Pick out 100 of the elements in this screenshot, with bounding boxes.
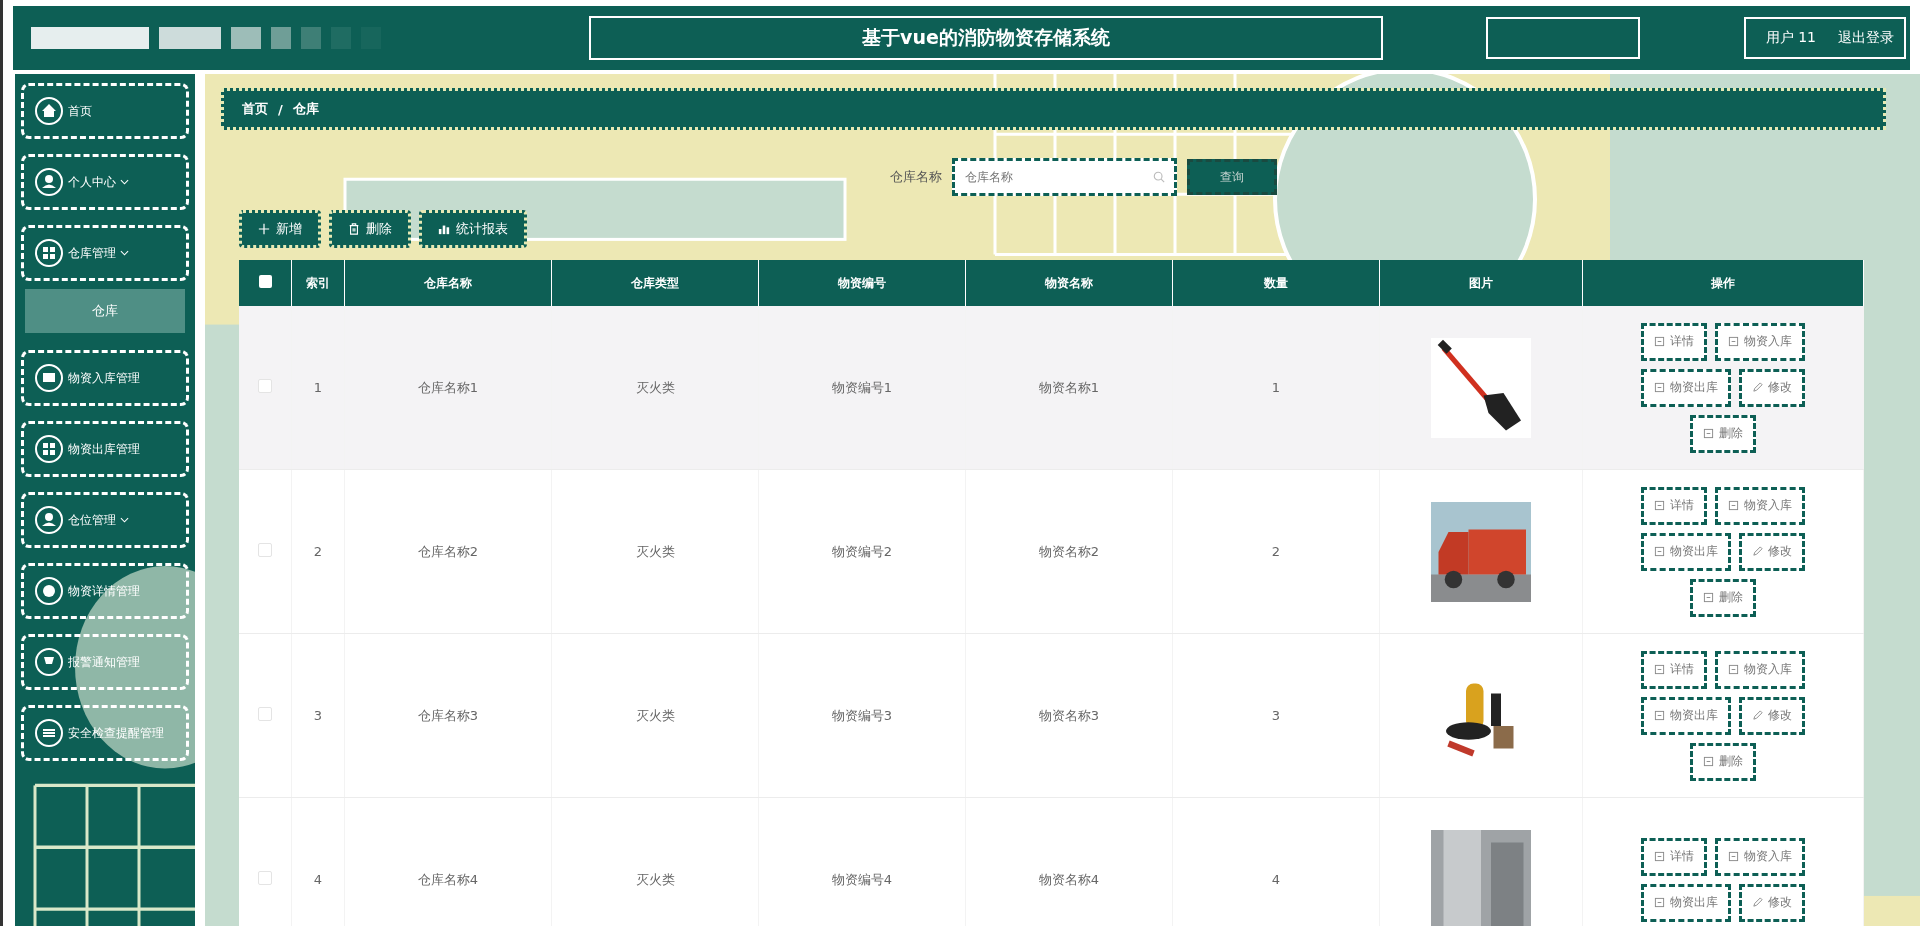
logout-link[interactable]: 退出登录 <box>1838 29 1894 47</box>
decor-block <box>159 27 221 49</box>
action-button[interactable]: 物资出库 <box>1641 368 1731 407</box>
table-cell: 仓库名称4 <box>417 871 479 887</box>
caret-icon <box>120 250 129 256</box>
table-cell: 物资编号3 <box>831 707 893 723</box>
menu-item[interactable]: 物资出库管理 <box>21 421 189 477</box>
action-button[interactable]: 详情 <box>1641 650 1707 689</box>
menu-item[interactable]: 物资入库管理 <box>21 350 189 406</box>
action-button[interactable]: 修改 <box>1739 883 1805 922</box>
document-icon <box>1654 851 1665 862</box>
grid-icon <box>34 434 64 464</box>
user-icon <box>34 505 64 535</box>
menu-item[interactable]: 仓位管理 <box>21 492 189 548</box>
table-cell: 仓库名称2 <box>417 543 479 559</box>
pencil-icon <box>1752 897 1763 908</box>
column-header: 数量 <box>1172 260 1380 306</box>
document-icon <box>1728 500 1739 511</box>
table-cell: 物资编号4 <box>831 871 893 887</box>
home-icon <box>34 96 64 126</box>
action-button[interactable]: 修改 <box>1739 532 1805 571</box>
table-cell: 灭火类 <box>635 871 675 887</box>
menu-item[interactable]: 物资详情管理 <box>21 563 189 619</box>
action-button[interactable]: 物资出库 <box>1641 696 1731 735</box>
action-button[interactable]: 删除 <box>1690 578 1756 617</box>
action-button[interactable]: 物资出库 <box>1641 532 1731 571</box>
grid-icon <box>34 238 64 268</box>
select-all-checkbox[interactable] <box>258 275 272 288</box>
circle-icon <box>34 363 64 393</box>
column-header: 索引 <box>291 260 345 306</box>
decor-block <box>301 27 321 49</box>
table-cell: 3 <box>313 708 323 723</box>
table-row[interactable]: 3 仓库名称3 灭火类 物资编号3 物资名称3 3 详情 物资入库 物资出库 修改 删除 <box>239 633 1864 798</box>
app-title: 基于vue的消防物资存储系统 <box>862 25 1110 50</box>
toolbar-button[interactable]: 删除 <box>329 210 411 248</box>
document-icon <box>1728 851 1739 862</box>
row-checkbox[interactable] <box>258 379 272 393</box>
submenu-item[interactable]: 仓库 <box>25 289 185 333</box>
search-icon <box>1153 171 1165 183</box>
row-checkbox[interactable] <box>258 707 272 721</box>
column-header: 物资名称 <box>965 260 1173 306</box>
action-button[interactable]: 物资入库 <box>1715 322 1805 361</box>
breadcrumb-link[interactable]: 仓库 <box>292 100 319 118</box>
row-checkbox[interactable] <box>258 543 272 557</box>
pencil-icon <box>1752 546 1763 557</box>
action-button[interactable]: 物资入库 <box>1715 650 1805 689</box>
breadcrumb-link[interactable]: 首页 <box>242 100 268 118</box>
document-icon <box>1654 710 1665 721</box>
column-header: 图片 <box>1379 260 1583 306</box>
action-button[interactable]: 详情 <box>1641 486 1707 525</box>
table-cell: 物资名称1 <box>1038 379 1100 395</box>
decor-block <box>231 27 261 49</box>
action-button[interactable]: 修改 <box>1739 696 1805 735</box>
table-row[interactable]: 4 仓库名称4 灭火类 物资编号4 物资名称4 4 详情 物资入库 物资出库 修改 <box>239 797 1864 926</box>
circle-icon <box>34 576 64 606</box>
table-cell: 2 <box>1271 544 1281 559</box>
document-icon <box>1728 336 1739 347</box>
caret-icon <box>120 179 129 185</box>
table-cell: 1 <box>1271 380 1281 395</box>
table-cell: 灭火类 <box>635 543 675 559</box>
action-button[interactable]: 物资入库 <box>1715 486 1805 525</box>
menu-item[interactable]: 仓库管理 <box>21 225 189 281</box>
search-button[interactable]: 查询 <box>1187 159 1277 195</box>
table-cell: 物资名称3 <box>1038 707 1100 723</box>
table-cell: 灭火类 <box>635 379 675 395</box>
action-button[interactable]: 修改 <box>1739 368 1805 407</box>
document-icon <box>1654 546 1665 557</box>
table-row[interactable]: 1 仓库名称1 灭火类 物资编号1 物资名称1 1 详情 物资入库 物资出库 修改 删除 <box>239 306 1864 470</box>
caret-icon <box>120 517 129 523</box>
menu-item[interactable]: 个人中心 <box>21 154 189 210</box>
table-cell: 3 <box>1271 708 1281 723</box>
action-button[interactable]: 详情 <box>1641 837 1707 876</box>
list-icon <box>34 718 64 748</box>
table-cell: 物资名称2 <box>1038 543 1100 559</box>
column-header: 操作 <box>1582 260 1864 306</box>
table-cell: 灭火类 <box>635 707 675 723</box>
table-row[interactable]: 2 仓库名称2 灭火类 物资编号2 物资名称2 2 详情 物资入库 物资出库 修改 删除 <box>239 469 1864 634</box>
action-button[interactable]: 物资入库 <box>1715 837 1805 876</box>
action-button[interactable]: 删除 <box>1690 742 1756 781</box>
table-cell: 仓库名称1 <box>417 379 479 395</box>
search-field[interactable]: 仓库名称 <box>952 158 1177 196</box>
table-cell: 仓库名称3 <box>417 707 479 723</box>
document-icon <box>1654 897 1665 908</box>
column-header: 仓库名称 <box>344 260 552 306</box>
table-cell: 物资编号1 <box>831 379 893 395</box>
action-button[interactable]: 物资出库 <box>1641 883 1731 922</box>
pencil-icon <box>1752 382 1763 393</box>
menu-item[interactable]: 首页 <box>21 83 189 139</box>
table-cell: 物资名称4 <box>1038 871 1100 887</box>
action-button[interactable]: 删除 <box>1690 414 1756 453</box>
toolbar-button[interactable]: 统计报表 <box>419 210 527 248</box>
column-header: 物资编号 <box>758 260 966 306</box>
document-icon <box>1654 336 1665 347</box>
row-checkbox[interactable] <box>258 871 272 885</box>
toolbar-button[interactable]: 新增 <box>239 210 321 248</box>
search-label: 仓库名称 <box>890 168 942 186</box>
action-button[interactable]: 详情 <box>1641 322 1707 361</box>
table-cell: 2 <box>313 544 323 559</box>
document-icon <box>1654 500 1665 511</box>
document-icon <box>1654 382 1665 393</box>
